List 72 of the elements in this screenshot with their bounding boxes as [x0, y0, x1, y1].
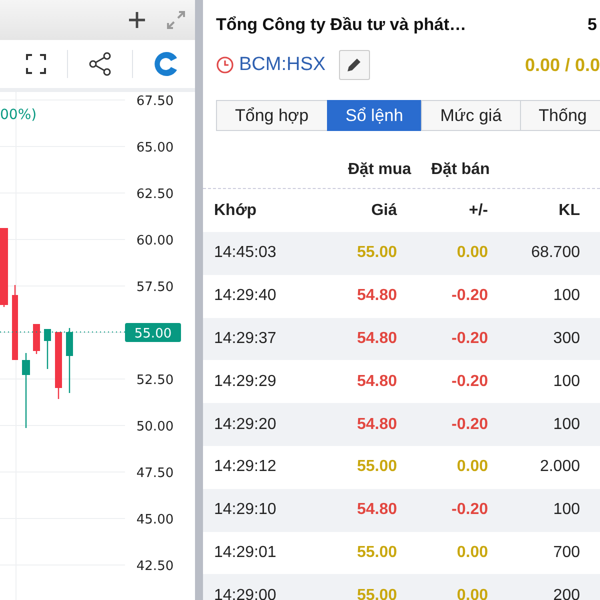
time-cell-text: 14:29:12 — [214, 458, 278, 476]
change-cell-text: -0.20 — [450, 416, 488, 434]
price-cell-text: 54.80 — [356, 416, 397, 434]
column-header: +/- — [468, 202, 488, 220]
axis-label: 52.50 — [136, 373, 174, 388]
price-cell-text: 54.80 — [356, 330, 397, 348]
axis-label: 42.50 — [136, 559, 174, 574]
tab[interactable]: Tổng hợp — [216, 100, 328, 131]
time-cell-text: 14:29:40 — [214, 287, 278, 306]
price-cell-text: 55.00 — [356, 544, 397, 562]
time-cell-text: 14:45:03 — [214, 244, 278, 262]
tab[interactable]: Mức giá — [421, 100, 521, 131]
candle — [66, 328, 73, 393]
fullscreen-icon[interactable] — [25, 53, 47, 75]
change-cell-text: 0.00 — [456, 244, 488, 262]
change-cell-text: -0.20 — [450, 287, 488, 306]
company-title: Tổng Công ty Đầu tư và phát… — [216, 15, 466, 35]
change-cell-text: -0.20 — [450, 501, 488, 520]
candle — [44, 329, 51, 369]
column-header: Giá — [370, 202, 397, 220]
plus-icon[interactable] — [127, 10, 147, 30]
clock-icon — [216, 56, 234, 74]
price-value: 5 — [588, 15, 597, 35]
time-cell-text: 14:29:00 — [214, 586, 278, 600]
current-price-label: 55.00 — [125, 323, 181, 342]
volume-cell-text: 68.700 — [530, 244, 580, 262]
price-cell-text: 55.00 — [356, 586, 397, 600]
volume-cell-text: 2.000 — [538, 458, 580, 476]
price-cell-text: 54.80 — [356, 501, 397, 520]
pencil-icon — [346, 57, 362, 73]
share-icon[interactable] — [88, 52, 112, 76]
change-cell-text: 0.00 — [456, 586, 488, 600]
change-percent: 00%) — [0, 107, 37, 123]
symbol-link[interactable]: BCM:HSX — [239, 54, 326, 76]
price-cell-text: 55.00 — [356, 244, 397, 262]
axis-label: 50.00 — [136, 420, 174, 434]
edit-button[interactable] — [338, 50, 370, 80]
change-value: 0.00 / 0.0 — [524, 54, 600, 76]
tab[interactable]: Sổ lệnh — [326, 100, 422, 131]
tab[interactable]: Thống — [520, 100, 600, 131]
price-cell-text: 55.00 — [356, 458, 397, 476]
filter-button[interactable]: Đặt mua — [348, 160, 412, 178]
column-header: KL — [558, 202, 580, 220]
candle — [55, 332, 62, 399]
axis-label: 65.00 — [136, 140, 174, 156]
price-cell-text: 54.80 — [356, 287, 397, 306]
volume-cell-text: 200 — [552, 586, 580, 600]
column-header: Khớp — [214, 202, 258, 220]
time-cell-text: 14:29:29 — [214, 372, 278, 391]
volume-cell-text: 100 — [552, 416, 580, 434]
change-cell-text: -0.20 — [450, 372, 488, 391]
time-cell-text: 14:29:37 — [214, 330, 278, 348]
volume-cell-text: 300 — [552, 330, 580, 348]
change-cell-text: 0.00 — [456, 544, 488, 562]
filter-button[interactable]: Đặt bán — [431, 160, 490, 178]
volume-cell-text: 100 — [552, 501, 580, 520]
volume-cell-text: 700 — [552, 544, 580, 562]
axis-label: 57.50 — [136, 280, 174, 295]
candle — [33, 324, 40, 354]
price-cell-text: 54.80 — [356, 372, 397, 391]
axis-label: 45.00 — [136, 512, 174, 528]
change-cell-text: 0.00 — [456, 458, 488, 476]
time-cell-text: 14:29:01 — [214, 544, 278, 562]
axis-label: 67.50 — [136, 94, 174, 109]
time-cell-text: 14:29:10 — [214, 501, 278, 520]
time-cell-text: 14:29:20 — [214, 416, 278, 434]
axis-label: 62.50 — [136, 187, 174, 202]
volume-cell-text: 100 — [552, 372, 580, 391]
axis-label: 47.50 — [136, 466, 174, 481]
volume-cell-text: 100 — [552, 287, 580, 306]
axis-label: 60.00 — [136, 234, 174, 248]
change-cell-text: -0.20 — [450, 330, 488, 348]
